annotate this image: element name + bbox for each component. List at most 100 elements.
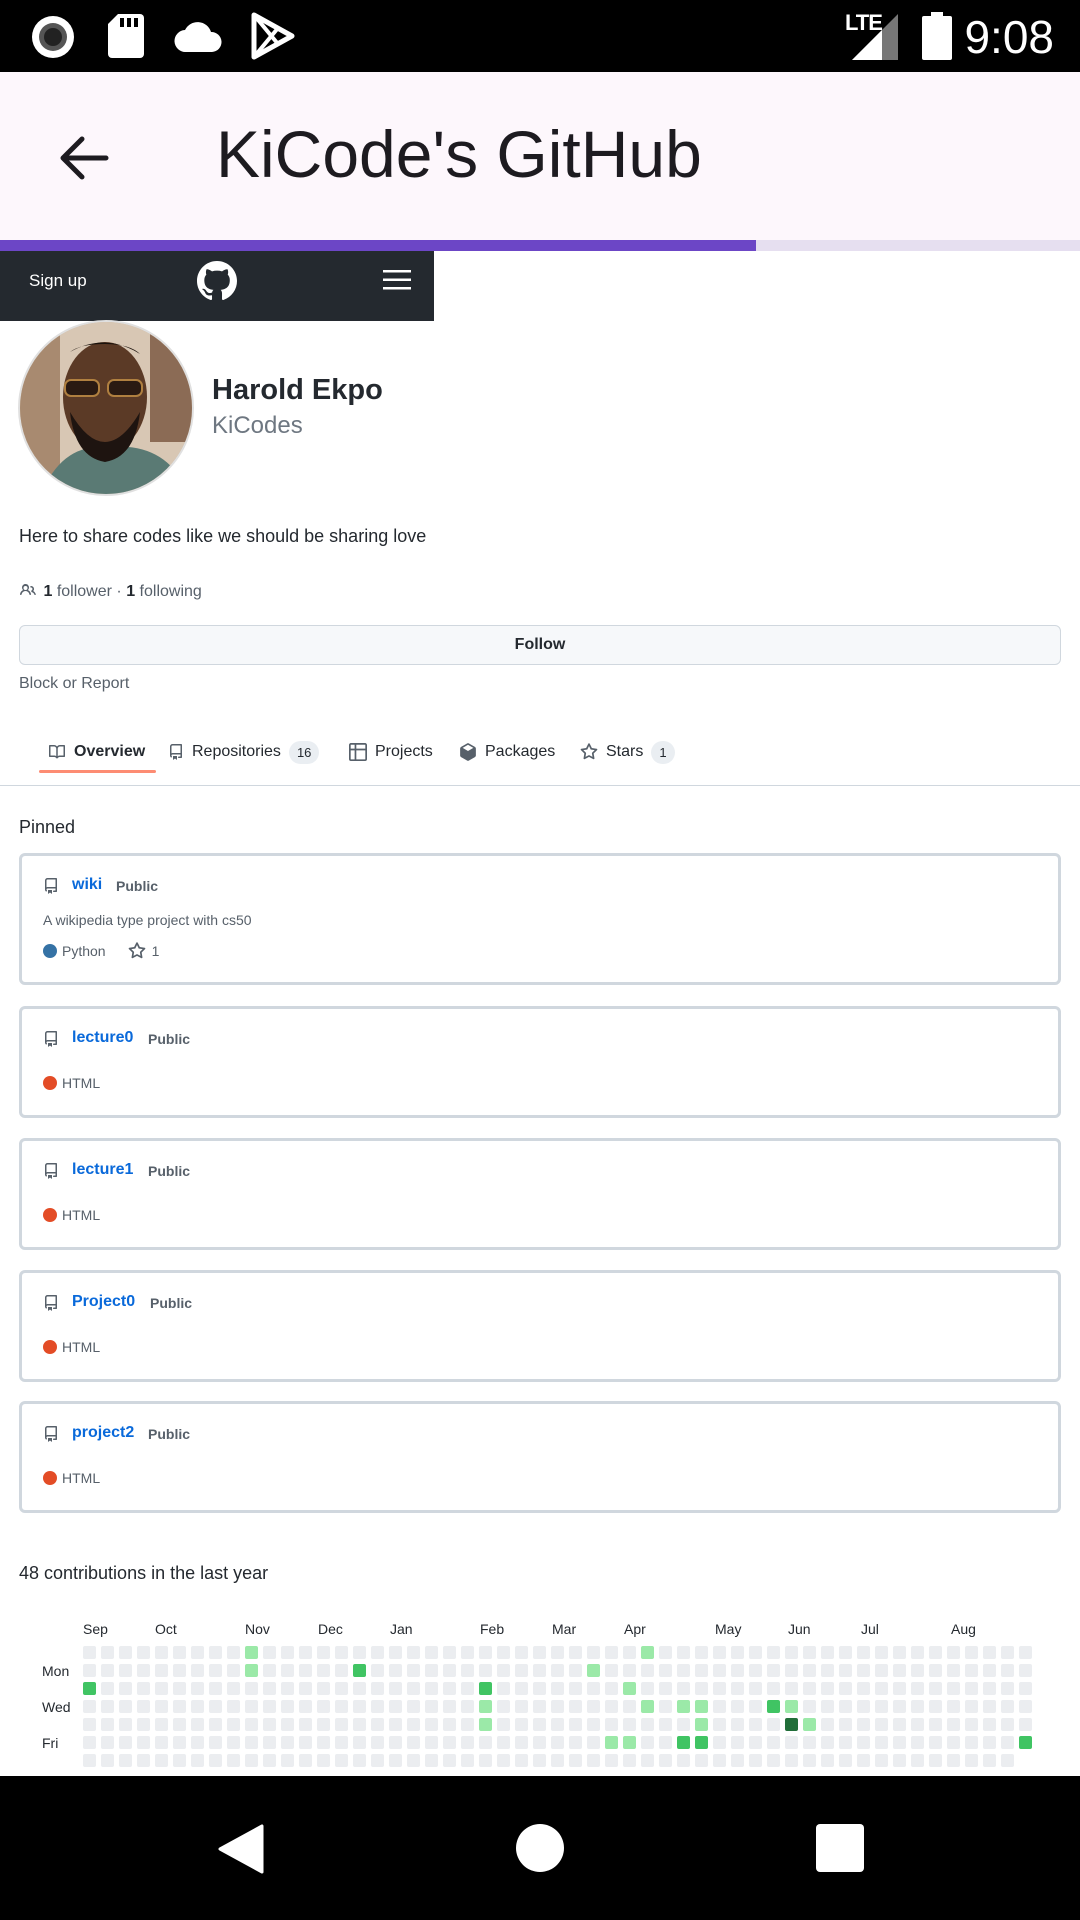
contribution-cell[interactable] xyxy=(101,1736,114,1749)
home-circle-icon[interactable] xyxy=(516,1824,564,1872)
signup-link[interactable]: Sign up xyxy=(29,271,87,291)
contribution-cell[interactable] xyxy=(263,1736,276,1749)
contribution-cell[interactable] xyxy=(893,1646,906,1659)
contribution-cell[interactable] xyxy=(425,1664,438,1677)
contribution-cell[interactable] xyxy=(569,1736,582,1749)
contribution-cell[interactable] xyxy=(191,1646,204,1659)
tab-overview[interactable]: Overview xyxy=(48,732,145,772)
contribution-cell[interactable] xyxy=(965,1736,978,1749)
tab-stars[interactable]: Stars 1 xyxy=(580,732,675,772)
contribution-cell[interactable] xyxy=(677,1700,690,1713)
contribution-cell[interactable] xyxy=(227,1646,240,1659)
contribution-cell[interactable] xyxy=(1019,1718,1032,1731)
contribution-cell[interactable] xyxy=(983,1736,996,1749)
contribution-cell[interactable] xyxy=(425,1718,438,1731)
contribution-cell[interactable] xyxy=(983,1754,996,1767)
contribution-cell[interactable] xyxy=(569,1682,582,1695)
contribution-cell[interactable] xyxy=(839,1754,852,1767)
contribution-cell[interactable] xyxy=(983,1646,996,1659)
contribution-cell[interactable] xyxy=(695,1754,708,1767)
contribution-cell[interactable] xyxy=(623,1754,636,1767)
contribution-cell[interactable] xyxy=(137,1736,150,1749)
contribution-cell[interactable] xyxy=(515,1646,528,1659)
contribution-cell[interactable] xyxy=(173,1754,186,1767)
contribution-cell[interactable] xyxy=(425,1682,438,1695)
contribution-cell[interactable] xyxy=(641,1682,654,1695)
contribution-cell[interactable] xyxy=(173,1718,186,1731)
contribution-cell[interactable] xyxy=(803,1718,816,1731)
contribution-cell[interactable] xyxy=(731,1718,744,1731)
contribution-cell[interactable] xyxy=(641,1700,654,1713)
contribution-cell[interactable] xyxy=(713,1754,726,1767)
contribution-cell[interactable] xyxy=(965,1682,978,1695)
contribution-cell[interactable] xyxy=(371,1664,384,1677)
contribution-cell[interactable] xyxy=(101,1718,114,1731)
contribution-cell[interactable] xyxy=(479,1700,492,1713)
contribution-cell[interactable] xyxy=(227,1754,240,1767)
contribution-cell[interactable] xyxy=(299,1754,312,1767)
contribution-cell[interactable] xyxy=(245,1664,258,1677)
contribution-cell[interactable] xyxy=(281,1718,294,1731)
contribution-cell[interactable] xyxy=(227,1664,240,1677)
contribution-cell[interactable] xyxy=(605,1718,618,1731)
contribution-cell[interactable] xyxy=(1019,1736,1032,1749)
contribution-cell[interactable] xyxy=(677,1646,690,1659)
contribution-cell[interactable] xyxy=(731,1754,744,1767)
contribution-cell[interactable] xyxy=(731,1646,744,1659)
contribution-cell[interactable] xyxy=(263,1700,276,1713)
follow-button[interactable]: Follow xyxy=(19,625,1061,665)
contribution-cell[interactable] xyxy=(317,1736,330,1749)
contribution-cell[interactable] xyxy=(281,1682,294,1695)
contribution-cell[interactable] xyxy=(1001,1718,1014,1731)
contribution-cell[interactable] xyxy=(893,1700,906,1713)
contribution-cell[interactable] xyxy=(803,1700,816,1713)
contribution-cell[interactable] xyxy=(137,1718,150,1731)
contribution-cell[interactable] xyxy=(857,1736,870,1749)
contribution-cell[interactable] xyxy=(407,1664,420,1677)
contribution-cell[interactable] xyxy=(785,1718,798,1731)
contribution-cell[interactable] xyxy=(497,1736,510,1749)
contribution-cell[interactable] xyxy=(407,1646,420,1659)
contribution-cell[interactable] xyxy=(821,1700,834,1713)
contribution-cell[interactable] xyxy=(821,1718,834,1731)
contribution-cell[interactable] xyxy=(605,1664,618,1677)
contribution-cell[interactable] xyxy=(767,1646,780,1659)
contribution-cell[interactable] xyxy=(821,1736,834,1749)
contribution-cell[interactable] xyxy=(749,1754,762,1767)
repo-link[interactable]: Project0 xyxy=(72,1293,135,1311)
contribution-cell[interactable] xyxy=(83,1664,96,1677)
repo-link[interactable]: project2 xyxy=(72,1424,134,1442)
contribution-cell[interactable] xyxy=(641,1754,654,1767)
repo-link[interactable]: lecture1 xyxy=(72,1161,133,1179)
contribution-cell[interactable] xyxy=(335,1646,348,1659)
contribution-cell[interactable] xyxy=(857,1700,870,1713)
contribution-cell[interactable] xyxy=(911,1718,924,1731)
contribution-cell[interactable] xyxy=(389,1736,402,1749)
contribution-cell[interactable] xyxy=(803,1736,816,1749)
contribution-cell[interactable] xyxy=(515,1736,528,1749)
contribution-cell[interactable] xyxy=(551,1736,564,1749)
contribution-cell[interactable] xyxy=(551,1718,564,1731)
contribution-cell[interactable] xyxy=(119,1682,132,1695)
contribution-cell[interactable] xyxy=(713,1646,726,1659)
followers-link[interactable]: 1 follower xyxy=(43,583,112,600)
contribution-cell[interactable] xyxy=(443,1664,456,1677)
contribution-cell[interactable] xyxy=(551,1682,564,1695)
contribution-cell[interactable] xyxy=(461,1736,474,1749)
contribution-cell[interactable] xyxy=(443,1736,456,1749)
contribution-cell[interactable] xyxy=(371,1754,384,1767)
contribution-cell[interactable] xyxy=(1019,1646,1032,1659)
contribution-cell[interactable] xyxy=(569,1718,582,1731)
contribution-cell[interactable] xyxy=(551,1664,564,1677)
contribution-cell[interactable] xyxy=(1001,1700,1014,1713)
contribution-cell[interactable] xyxy=(389,1664,402,1677)
contribution-cell[interactable] xyxy=(479,1718,492,1731)
contribution-cell[interactable] xyxy=(587,1682,600,1695)
contribution-cell[interactable] xyxy=(731,1664,744,1677)
contribution-cell[interactable] xyxy=(155,1736,168,1749)
contribution-cell[interactable] xyxy=(659,1700,672,1713)
contribution-cell[interactable] xyxy=(965,1646,978,1659)
contribution-cell[interactable] xyxy=(749,1718,762,1731)
contribution-cell[interactable] xyxy=(695,1718,708,1731)
contribution-cell[interactable] xyxy=(641,1646,654,1659)
